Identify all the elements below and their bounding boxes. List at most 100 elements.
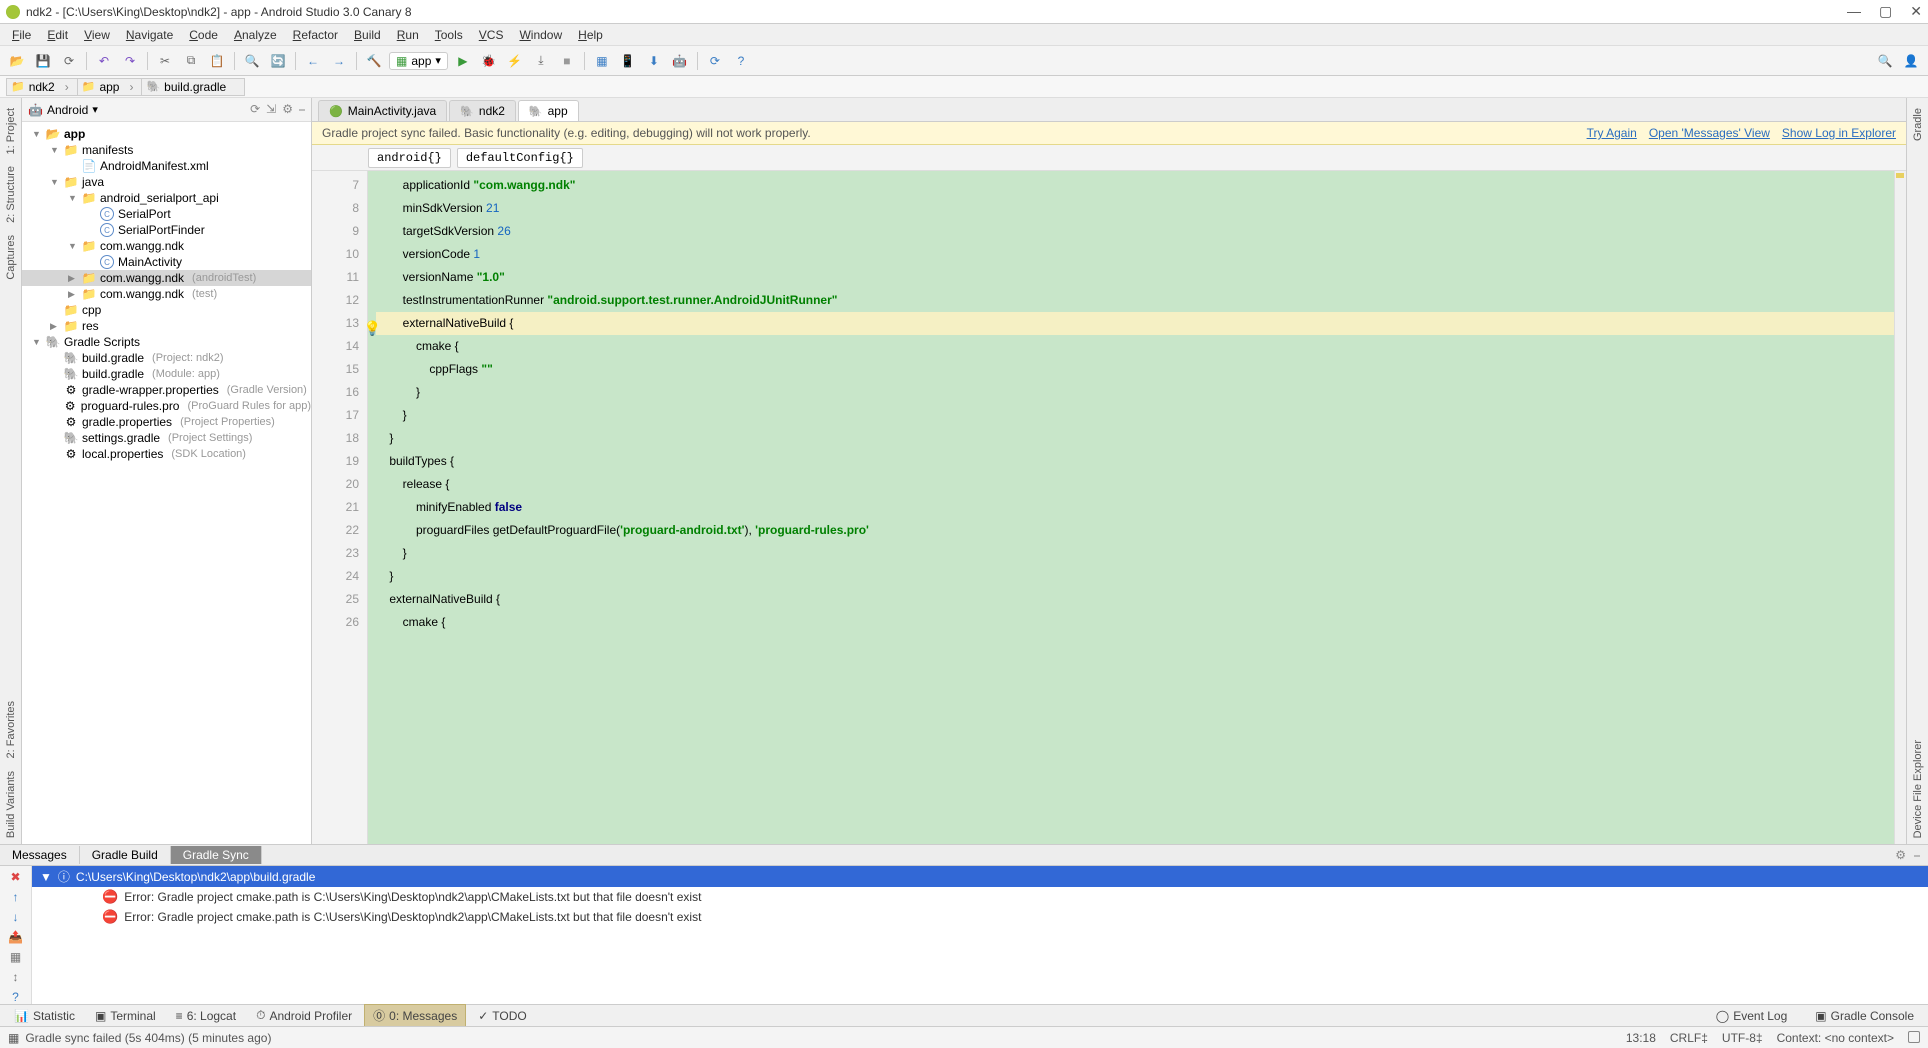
overview-ruler[interactable] — [1894, 171, 1906, 844]
editor-crumb[interactable]: android{} — [368, 148, 451, 168]
help-icon[interactable]: ? — [12, 990, 19, 1004]
build-icon[interactable]: 🔨 — [363, 50, 385, 72]
user-icon[interactable]: 👤 — [1900, 50, 1922, 72]
hide-icon[interactable]: ⎯ — [1914, 848, 1920, 863]
breadcrumb-item[interactable]: 📁app — [77, 78, 143, 96]
layout-inspector-icon[interactable]: ▦ — [591, 50, 613, 72]
paste-icon[interactable]: 📋 — [206, 50, 228, 72]
lock-icon[interactable] — [1908, 1031, 1920, 1043]
notice-link[interactable]: Open 'Messages' View — [1649, 126, 1770, 140]
status-segment[interactable]: UTF-8‡ — [1722, 1031, 1763, 1045]
copy-icon[interactable]: ⧉ — [180, 50, 202, 72]
run-config-dropdown[interactable]: ▦ app ▾ — [389, 52, 448, 70]
expand-icon[interactable]: ↕ — [13, 970, 19, 984]
editor-tab[interactable]: 🐘app — [518, 100, 579, 121]
tree-node[interactable]: 🐘build.gradle(Project: ndk2) — [22, 350, 311, 366]
menu-help[interactable]: Help — [570, 26, 611, 44]
tree-node[interactable]: ▶📁res — [22, 318, 311, 334]
sync-gradle-icon[interactable]: ⟳ — [704, 50, 726, 72]
tree-node[interactable]: ⚙gradle-wrapper.properties(Gradle Versio… — [22, 382, 311, 398]
stop-icon[interactable]: ■ — [556, 50, 578, 72]
sync-icon[interactable]: ⟳ — [58, 50, 80, 72]
tool-window----structure[interactable]: 2: Structure — [5, 160, 17, 229]
tool-window-device-file-explorer[interactable]: Device File Explorer — [1912, 734, 1924, 844]
android-icon[interactable]: 🤖 — [669, 50, 691, 72]
close-button[interactable]: ✕ — [1910, 3, 1922, 20]
help-icon[interactable]: ? — [730, 50, 752, 72]
bottom-tab-right[interactable]: ◯Event Log — [1708, 1007, 1795, 1025]
maximize-button[interactable]: ▢ — [1879, 3, 1892, 20]
redo-icon[interactable]: ↷ — [119, 50, 141, 72]
cut-icon[interactable]: ✂ — [154, 50, 176, 72]
export-icon[interactable]: 📤 — [8, 930, 23, 944]
tool-window-build-variants[interactable]: Build Variants — [5, 765, 17, 844]
status-segment[interactable]: Context: <no context> — [1777, 1031, 1894, 1045]
tree-node[interactable]: CSerialPort — [22, 206, 311, 222]
tree-node[interactable]: CSerialPortFinder — [22, 222, 311, 238]
search-icon[interactable]: 🔍 — [1874, 50, 1896, 72]
bottom-tab[interactable]: ≡6: Logcat — [168, 1007, 244, 1025]
status-segment[interactable]: 13:18 — [1626, 1031, 1656, 1045]
error-row[interactable]: ⛔Error: Gradle project cmake.path is C:\… — [32, 907, 1928, 927]
tool-window-gradle[interactable]: Gradle — [1912, 102, 1924, 147]
hide-icon[interactable]: ⎯ — [299, 102, 305, 117]
replace-icon[interactable]: 🔄 — [267, 50, 289, 72]
save-icon[interactable]: 💾 — [32, 50, 54, 72]
find-icon[interactable]: 🔍 — [241, 50, 263, 72]
tree-node[interactable]: CMainActivity — [22, 254, 311, 270]
settings-icon[interactable]: ⚙ — [1895, 848, 1906, 863]
breadcrumb-item[interactable]: 📁ndk2 — [6, 78, 78, 96]
menu-file[interactable]: File — [4, 26, 39, 44]
notice-link[interactable]: Show Log in Explorer — [1782, 126, 1896, 140]
tree-node[interactable]: ▶📁com.wangg.ndk(test) — [22, 286, 311, 302]
tree-node[interactable]: ▼📁java — [22, 174, 311, 190]
menu-run[interactable]: Run — [389, 26, 427, 44]
menu-refactor[interactable]: Refactor — [285, 26, 346, 44]
tree-node[interactable]: ▼📁com.wangg.ndk — [22, 238, 311, 254]
tree-node[interactable]: ⚙proguard-rules.pro(ProGuard Rules for a… — [22, 398, 311, 414]
open-icon[interactable]: 📂 — [6, 50, 28, 72]
bottom-tab[interactable]: 📊Statistic — [6, 1007, 83, 1025]
project-tree[interactable]: ▼📂app▼📁manifests📄AndroidManifest.xml▼📁ja… — [22, 122, 311, 844]
bottom-tab[interactable]: ▣Terminal — [87, 1007, 164, 1025]
tree-node[interactable]: ▼📂app — [22, 126, 311, 142]
filter-icon[interactable]: ▦ — [10, 950, 21, 964]
tree-node[interactable]: ▼📁manifests — [22, 142, 311, 158]
menu-window[interactable]: Window — [511, 26, 570, 44]
tree-node[interactable]: 📁cpp — [22, 302, 311, 318]
messages-tab[interactable]: Gradle Sync — [171, 846, 262, 864]
tool-window-captures[interactable]: Captures — [5, 229, 17, 286]
undo-icon[interactable]: ↶ — [93, 50, 115, 72]
editor-crumb[interactable]: defaultConfig{} — [457, 148, 583, 168]
tree-node[interactable]: ⚙local.properties(SDK Location) — [22, 446, 311, 462]
profile-icon[interactable]: ⚡ — [504, 50, 526, 72]
bottom-tab[interactable]: ⏱Android Profiler — [248, 1006, 360, 1025]
forward-icon[interactable]: → — [328, 50, 350, 72]
debug-icon[interactable]: 🐞 — [478, 50, 500, 72]
bottom-tab[interactable]: ⓪0: Messages — [364, 1004, 466, 1027]
tree-node[interactable]: ▼🐘Gradle Scripts — [22, 334, 311, 350]
sdk-icon[interactable]: ⬇ — [643, 50, 665, 72]
tool-window----project[interactable]: 1: Project — [5, 102, 17, 160]
messages-tab[interactable]: Messages — [0, 846, 80, 864]
tree-node[interactable]: 🐘settings.gradle(Project Settings) — [22, 430, 311, 446]
error-row[interactable]: ⛔Error: Gradle project cmake.path is C:\… — [32, 887, 1928, 907]
intention-bulb-icon[interactable]: 💡 — [364, 317, 381, 340]
menu-tools[interactable]: Tools — [427, 26, 471, 44]
menu-code[interactable]: Code — [181, 26, 226, 44]
tree-node[interactable]: 📄AndroidManifest.xml — [22, 158, 311, 174]
tree-node[interactable]: ▶📁com.wangg.ndk(androidTest) — [22, 270, 311, 286]
code-editor[interactable]: 💡 7891011121314151617181920212223242526 … — [312, 171, 1906, 844]
run-icon[interactable]: ▶ — [452, 50, 474, 72]
code-content[interactable]: applicationId "com.wangg.ndk" minSdkVers… — [368, 171, 1894, 844]
tree-node[interactable]: ⚙gradle.properties(Project Properties) — [22, 414, 311, 430]
menu-navigate[interactable]: Navigate — [118, 26, 181, 44]
close-icon[interactable]: ✖ — [10, 870, 20, 884]
minimize-button[interactable]: — — [1847, 3, 1861, 20]
next-icon[interactable]: ↓ — [13, 910, 19, 924]
attach-icon[interactable]: ⤓ — [530, 50, 552, 72]
messages-tab[interactable]: Gradle Build — [80, 846, 171, 864]
menu-view[interactable]: View — [76, 26, 118, 44]
status-sync-icon[interactable]: ▦ — [8, 1031, 19, 1045]
project-view-dropdown[interactable]: 🤖 Android ▾ — [28, 103, 98, 117]
